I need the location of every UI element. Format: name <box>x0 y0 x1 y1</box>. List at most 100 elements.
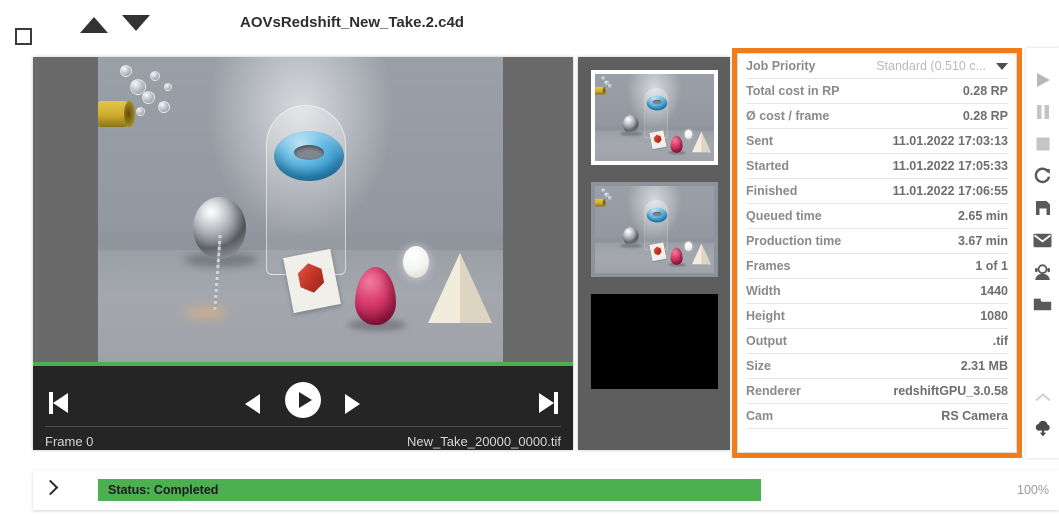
open-folder-button[interactable] <box>1026 292 1059 316</box>
torus-hole <box>294 145 324 160</box>
detail-row-empty <box>746 429 1008 452</box>
detail-key: Total cost in RP <box>746 84 840 98</box>
detail-value: 2.31 MB <box>960 359 1008 373</box>
job-details-panel-highlight: Job Priority Standard (0.510 c... Total … <box>732 48 1022 458</box>
restart-button[interactable] <box>1026 164 1059 188</box>
thumbnail-item-1[interactable] <box>591 70 718 165</box>
support-button[interactable] <box>1026 260 1059 284</box>
jump-to-start-button[interactable] <box>49 392 69 414</box>
thumbnail-item-3[interactable] <box>591 294 718 389</box>
bubble-object <box>136 107 145 116</box>
detail-value: 2.65 min <box>957 209 1008 223</box>
thumbnail-render <box>595 74 714 161</box>
detail-row: Production time 3.67 min <box>746 229 1008 254</box>
detail-value: 0.28 RP <box>962 84 1008 98</box>
render-preview-image[interactable] <box>98 57 503 362</box>
job-priority-select[interactable]: Standard (0.510 c... <box>876 59 1008 73</box>
chevron-down-icon <box>996 62 1008 70</box>
detail-row: Size 2.31 MB <box>746 354 1008 379</box>
tube-opening <box>124 101 135 127</box>
pause-icon <box>1036 105 1049 119</box>
detail-row: Ø cost / frame 0.28 RP <box>746 104 1008 129</box>
skip-forward-icon <box>538 392 558 414</box>
previous-frame-icon <box>245 394 260 414</box>
thumbnail-item-2[interactable] <box>591 182 718 277</box>
action-toolbar <box>1026 48 1059 458</box>
step-forward-button[interactable] <box>345 394 360 414</box>
pyramid-side-face <box>460 253 492 323</box>
white-sphere-object <box>403 246 429 278</box>
detail-key: Output <box>746 334 787 348</box>
detail-key: Job Priority <box>746 59 816 73</box>
status-bar: Status: Completed 100% <box>33 470 1059 510</box>
detail-row: Sent 11.01.2022 17:03:13 <box>746 129 1008 154</box>
warm-light-glow <box>184 307 228 319</box>
status-percent-label: 100% <box>1017 483 1049 497</box>
detail-row: Cam RS Camera <box>746 404 1008 429</box>
detail-value: 1440 <box>980 284 1008 298</box>
detail-key: Finished <box>746 184 798 198</box>
step-back-button[interactable] <box>245 394 260 414</box>
mail-button[interactable] <box>1026 228 1059 252</box>
thumbnail-strip <box>578 57 730 450</box>
detail-row: Frames 1 of 1 <box>746 254 1008 279</box>
bubble-object <box>150 71 160 81</box>
mail-icon <box>1033 233 1052 247</box>
jump-to-end-button[interactable] <box>538 392 558 414</box>
play-icon <box>285 382 321 418</box>
start-button[interactable] <box>1026 68 1059 92</box>
detail-key: Width <box>746 284 781 298</box>
stop-icon <box>1036 137 1049 151</box>
detail-row: Total cost in RP 0.28 RP <box>746 79 1008 104</box>
detail-key: Cam <box>746 409 774 423</box>
bubble-object <box>158 101 170 113</box>
detail-value: redshiftGPU_3.0.58 <box>893 384 1008 398</box>
detail-key: Frames <box>746 259 791 273</box>
thumbnail-image <box>595 186 714 273</box>
detail-key: Queued time <box>746 209 822 223</box>
download-button[interactable] <box>1026 416 1059 440</box>
detail-key: Production time <box>746 234 842 248</box>
nav-previous-job-icon[interactable] <box>80 17 108 33</box>
preview-panel: Frame 0 New_Take_20000_0000.tif <box>33 57 573 450</box>
detail-value: 11.01.2022 17:03:13 <box>892 134 1008 148</box>
detail-row: Height 1080 <box>746 304 1008 329</box>
detail-row: Started 11.01.2022 17:05:33 <box>746 154 1008 179</box>
next-frame-icon <box>345 394 360 414</box>
detail-value: 11.01.2022 17:05:33 <box>892 159 1008 173</box>
detail-row: Finished 11.01.2022 17:06:55 <box>746 179 1008 204</box>
support-icon <box>1035 264 1050 280</box>
detail-value: RS Camera <box>941 409 1008 423</box>
nav-next-job-icon[interactable] <box>122 15 150 31</box>
detail-value: Standard (0.510 c... <box>876 59 986 73</box>
cloud-download-icon <box>1035 420 1050 437</box>
thumbnail-render <box>595 186 714 273</box>
detail-key: Renderer <box>746 384 801 398</box>
header-bar: AOVsRedshift_New_Take.2.c4d <box>0 0 1059 52</box>
collapse-button[interactable] <box>1026 386 1059 410</box>
pause-button[interactable] <box>1026 100 1059 124</box>
detail-key: Started <box>746 159 790 173</box>
select-job-checkbox[interactable] <box>15 28 32 45</box>
stop-button[interactable] <box>1026 132 1059 156</box>
job-detail-view: AOVsRedshift_New_Take.2.c4d Frame 0 New_… <box>0 0 1059 515</box>
detail-row: Renderer redshiftGPU_3.0.58 <box>746 379 1008 404</box>
save-icon <box>1035 201 1050 215</box>
play-icon <box>1036 73 1050 87</box>
bubble-object <box>164 83 172 91</box>
detail-key: Size <box>746 359 772 373</box>
save-button[interactable] <box>1026 196 1059 220</box>
detail-value: .tif <box>992 334 1008 348</box>
skip-back-icon <box>49 392 69 414</box>
detail-value: 1080 <box>980 309 1008 323</box>
detail-row[interactable]: Job Priority Standard (0.510 c... <box>746 54 1008 79</box>
detail-key: Height <box>746 309 785 323</box>
detail-row: Output .tif <box>746 329 1008 354</box>
expand-log-chevron-icon[interactable] <box>42 479 59 496</box>
thumbnail-image-black <box>595 298 714 385</box>
page-title: AOVsRedshift_New_Take.2.c4d <box>240 14 464 31</box>
preview-image-area <box>33 57 573 362</box>
status-progress-track: Status: Completed <box>98 479 1028 501</box>
play-button[interactable] <box>285 382 321 418</box>
player-control-bar: Frame 0 New_Take_20000_0000.tif <box>33 366 573 450</box>
